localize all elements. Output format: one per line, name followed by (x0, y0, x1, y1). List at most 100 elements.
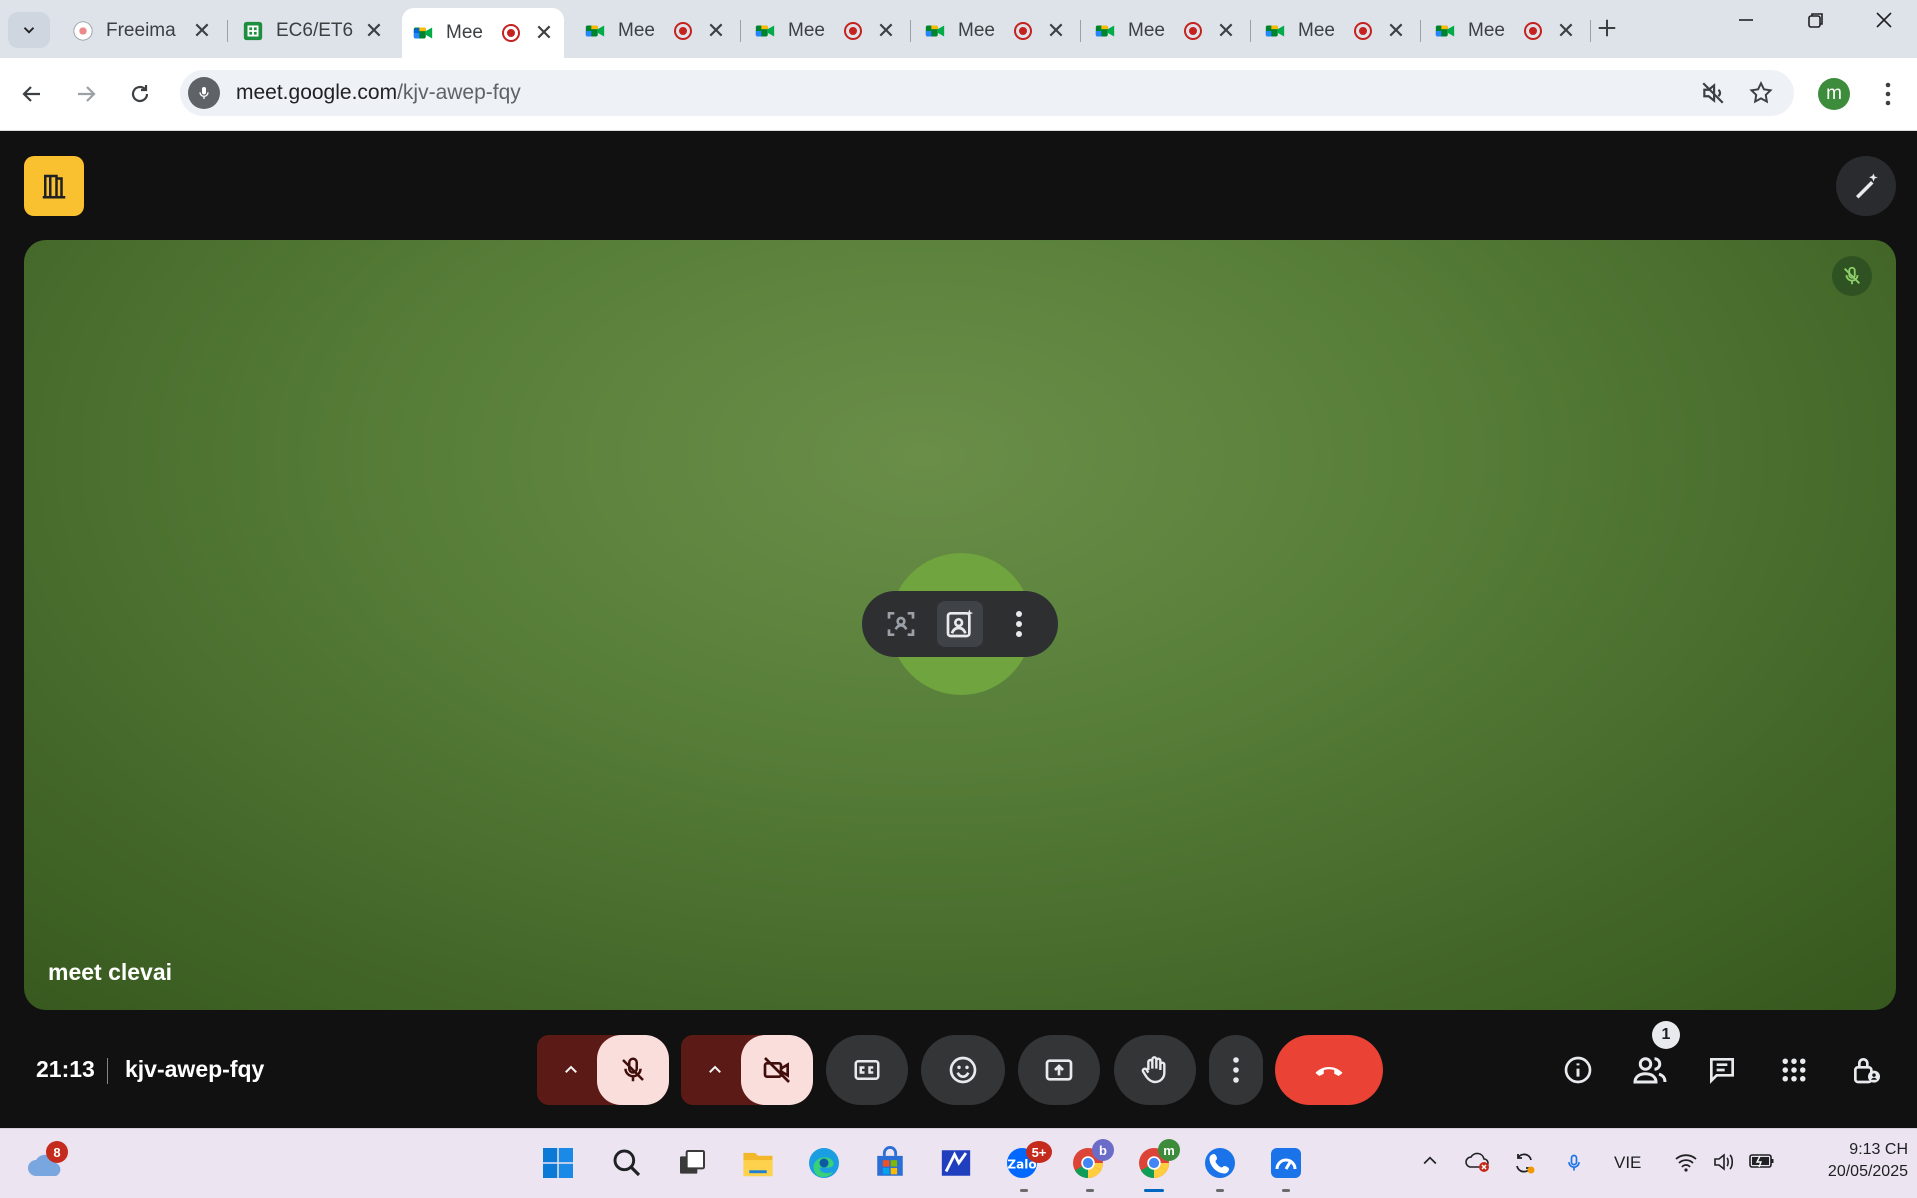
closed-captions-icon (854, 1060, 880, 1080)
tab-muted-button[interactable] (1700, 80, 1726, 111)
minimize-icon (1739, 19, 1753, 21)
captions-button[interactable] (826, 1035, 908, 1105)
task-view-icon (680, 1150, 705, 1174)
meet-favicon (1265, 25, 1285, 37)
phone-app-button[interactable] (1200, 1143, 1240, 1183)
pin-to-screen-button[interactable] (936, 601, 983, 647)
present-screen-button[interactable] (1018, 1035, 1100, 1105)
new-tab-button[interactable] (1596, 14, 1618, 46)
system-clock[interactable]: 9:13 CH 20/05/2025 (1796, 1139, 1908, 1183)
address-bar[interactable]: meet.google.com/kjv-awep-fqy (180, 70, 1794, 116)
close-icon[interactable]: ✕ (1216, 18, 1236, 44)
tab-meet[interactable]: Mee ✕ (744, 10, 906, 52)
running-indicator (1086, 1189, 1094, 1192)
tab-meet[interactable]: Mee ✕ (1424, 10, 1586, 52)
tab-meet[interactable]: Mee ✕ (1084, 10, 1246, 52)
close-icon[interactable]: ✕ (1556, 18, 1576, 44)
input-language[interactable]: VIE (1614, 1153, 1641, 1173)
bookmark-button[interactable] (1748, 80, 1774, 111)
freeimage-favicon (73, 21, 93, 41)
chevron-down-icon (23, 27, 35, 34)
chevron-up-icon (565, 1065, 577, 1073)
audio-settings-button[interactable] (549, 1035, 593, 1105)
effects-button[interactable] (1836, 156, 1896, 216)
url-path: /kjv-awep-fqy (397, 81, 521, 104)
tab-meet-active[interactable]: Mee ✕ (402, 8, 564, 58)
running-indicator (1020, 1189, 1028, 1192)
companion-mode-button[interactable] (24, 156, 84, 216)
back-button[interactable] (14, 76, 50, 112)
minimize-button[interactable] (1736, 10, 1756, 36)
host-controls-button[interactable] (1842, 1046, 1890, 1094)
chevron-up-icon (709, 1065, 721, 1073)
mic-control-group (537, 1035, 669, 1105)
chat-button[interactable] (1698, 1046, 1746, 1094)
close-icon[interactable]: ✕ (364, 18, 384, 44)
volume-icon[interactable] (1712, 1151, 1736, 1178)
raise-hand-button[interactable] (1114, 1035, 1196, 1105)
close-icon[interactable]: ✕ (1386, 18, 1406, 44)
frame-person-button[interactable] (878, 601, 924, 647)
participant-tile[interactable]: meet clevai (24, 240, 1896, 1010)
reload-button[interactable] (122, 76, 158, 112)
forward-button[interactable] (68, 76, 104, 112)
participant-count-badge: 1 (1652, 1021, 1680, 1049)
close-icon[interactable]: ✕ (1046, 18, 1066, 44)
close-icon[interactable]: ✕ (534, 20, 554, 46)
close-icon[interactable]: ✕ (876, 18, 896, 44)
battery-icon[interactable] (1748, 1151, 1776, 1176)
camera-toggle-button[interactable] (741, 1035, 813, 1105)
recording-icon (502, 24, 520, 42)
profile-avatar[interactable]: m (1818, 78, 1850, 110)
tile-more-options-button[interactable] (996, 601, 1042, 647)
meeting-code[interactable]: kjv-awep-fqy (125, 1056, 264, 1083)
speedtest-button[interactable] (1266, 1143, 1306, 1183)
tab-meet[interactable]: Mee ✕ (574, 10, 736, 52)
start-button[interactable] (538, 1143, 578, 1183)
tab-meet[interactable]: Mee ✕ (914, 10, 1076, 52)
chrome-menu-button[interactable] (1876, 80, 1900, 113)
leave-call-button[interactable] (1275, 1035, 1383, 1105)
recording-icon (1354, 22, 1372, 40)
tab-freeimage[interactable]: Freeima ✕ (62, 10, 222, 52)
show-hidden-icons-button[interactable] (1420, 1151, 1440, 1176)
lock-person-icon (1854, 1058, 1880, 1084)
frame-person-icon (887, 612, 915, 636)
store-icon (877, 1146, 903, 1176)
restore-button[interactable] (1806, 10, 1826, 36)
close-icon[interactable]: ✕ (706, 18, 726, 44)
microphone-icon[interactable] (188, 77, 220, 109)
mic-toggle-button[interactable] (597, 1035, 669, 1105)
apps-grid-icon (1782, 1058, 1806, 1082)
onedrive-error-icon[interactable] (1464, 1151, 1490, 1178)
meet-area: meet clevai 21:13 kjv-awep-fqy 1 (0, 131, 1917, 1128)
edge-button[interactable] (804, 1143, 844, 1183)
search-button[interactable] (607, 1143, 647, 1183)
portrait-sparkle-icon (946, 609, 974, 638)
magic-pen-icon (1856, 173, 1878, 199)
close-icon[interactable]: ✕ (192, 18, 212, 44)
microphone-in-use-icon[interactable] (1564, 1151, 1584, 1180)
tab-sheets[interactable]: EC6/ET6 ✕ (232, 10, 394, 52)
arrow-left-icon (22, 86, 40, 102)
recording-icon (674, 22, 692, 40)
url-host: meet.google.com (236, 81, 398, 104)
wifi-icon[interactable] (1674, 1151, 1698, 1178)
meeting-details-button[interactable] (1554, 1046, 1602, 1094)
reactions-button[interactable] (921, 1035, 1005, 1105)
tab-search-button[interactable] (8, 12, 50, 48)
sync-icon[interactable] (1512, 1151, 1536, 1180)
file-explorer-button[interactable] (738, 1143, 778, 1183)
video-settings-button[interactable] (693, 1035, 737, 1105)
people-button[interactable] (1626, 1046, 1674, 1094)
power-automate-button[interactable] (936, 1143, 976, 1183)
tab-meet[interactable]: Mee ✕ (1254, 10, 1416, 52)
more-vertical-icon (1015, 611, 1022, 637)
close-window-button[interactable] (1874, 10, 1894, 36)
store-button[interactable] (870, 1143, 910, 1183)
tab-title: Freeima (106, 20, 176, 41)
task-view-button[interactable] (672, 1143, 712, 1183)
activities-button[interactable] (1770, 1046, 1818, 1094)
search-icon (613, 1149, 641, 1177)
more-options-button[interactable] (1209, 1035, 1263, 1105)
